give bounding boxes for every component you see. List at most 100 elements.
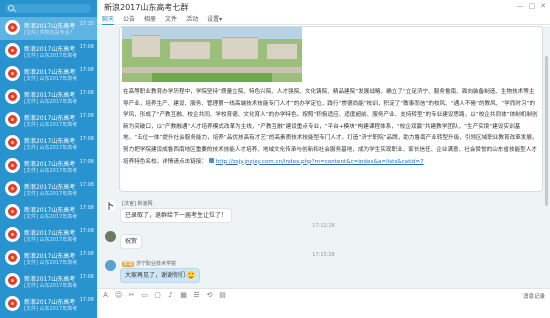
avatar [5, 89, 20, 104]
search-icon [8, 5, 14, 11]
sender-meta: 管理 济宁职业技术学院 [122, 260, 176, 267]
conversation-preview: [文件] 山东2017年高考 [24, 214, 78, 220]
sender-name: [法官] 新浪网 [122, 201, 153, 207]
conversation-time: 17:08 [79, 274, 94, 280]
screenshot-icon[interactable]: ✂ [128, 292, 135, 299]
conversation-time: 17:08 [79, 136, 94, 142]
tab-settings[interactable]: 设置▾ [207, 15, 222, 24]
conversation-preview: [文件] 山东2017年高考 [24, 53, 78, 59]
message-history-button[interactable]: 消息记录 [523, 292, 545, 300]
conversation-time: 17:08 [79, 297, 94, 303]
conversation-item[interactable]: 新浪2017山东高考十群17:08[文件] 山东2017年高考 [0, 155, 97, 178]
avatar[interactable] [105, 231, 116, 242]
avatar [5, 66, 20, 81]
conversation-time: 17:08 [79, 228, 94, 234]
tab-activity[interactable]: 活动 [186, 15, 198, 24]
font-icon[interactable]: A [102, 292, 109, 299]
tab-files[interactable]: 文件 [165, 15, 177, 24]
conversation-item[interactable]: 新浪2017山东高考十三群17:08[文件] 山东2017年高考 [0, 293, 97, 316]
chat-title: 新浪2017山东高考七群 [104, 3, 189, 12]
scrollbar[interactable] [545, 56, 548, 206]
article-body: 在高等职业教育办学历程中，学院坚持“质量立院、特色兴院、人才强院、文化铸院、精品… [123, 89, 538, 165]
conversation-preview: [文件] 学校还是专业? [24, 30, 73, 36]
message-text: 大家再见了，谢谢你们 [125, 272, 186, 279]
conversation-preview: [文件] 山东2017年高考 [24, 237, 78, 243]
conversation-time: 17:08 [79, 205, 94, 211]
shared-article-card: 在高等职业教育办学历程中，学院坚持“质量立院、特色兴院、人才强院、文化铸院、精品… [119, 26, 543, 192]
emoji-icon[interactable]: ☺ [115, 292, 122, 299]
avatar[interactable] [105, 260, 116, 271]
avatar[interactable] [105, 200, 116, 211]
list-icon[interactable]: ☰ [193, 292, 200, 299]
tab-album[interactable]: 相册 [144, 15, 156, 24]
admin-badge: 管理 [122, 261, 135, 267]
file-icon[interactable]: ▭ [141, 292, 148, 299]
conversation-preview: [文件] 山东2017年高考 [24, 168, 78, 174]
stick-figure-icon [108, 202, 114, 210]
conversation-item[interactable]: 新浪2017山东高考八群17:08[文件] 山东2017年高考 [0, 201, 97, 224]
avatar [5, 135, 20, 150]
chat-tabs: 聊天 公告 相册 文件 活动 设置▾ [102, 15, 231, 25]
more-icon[interactable]: ▤ [219, 292, 226, 299]
conversation-preview: [文件] 山东2017年高考 [24, 99, 78, 105]
message-bubble[interactable]: 大家再见了，谢谢你们 [120, 268, 201, 283]
avatar [5, 296, 20, 311]
conversation-time: 17:08 [79, 90, 94, 96]
avatar [5, 273, 20, 288]
conversation-item[interactable]: 新浪2017山东高考十一群17:08[文件] 山东2017年高考 [0, 247, 97, 270]
conversation-time: 17:08 [79, 113, 94, 119]
conversation-item[interactable]: 新浪2017山东高考六群17:08[文件] 山东2017年高考 [0, 224, 97, 247]
minimize-icon[interactable]: — [517, 2, 524, 10]
tab-notice[interactable]: 公告 [123, 15, 135, 24]
tab-chat[interactable]: 聊天 [102, 15, 115, 25]
article-link[interactable]: http://zsjy.jnzjxy.com.cn/index.php?m=co… [216, 159, 424, 165]
conversation-item[interactable]: 新浪2017山东高考一群17:08[文件] 山东2017年高考 [0, 132, 97, 155]
conversation-preview: [文件] 山东2017年高考 [24, 145, 78, 151]
conversation-time: 17:08 [79, 67, 94, 73]
toolbar-icons: A ☺ ✂ ▭ ▢ ♪ ▦ ☰ ⟲ ▤ [102, 292, 226, 299]
search-box[interactable] [5, 4, 91, 13]
conversation-preview: [文件] 山东2017年高考 [24, 306, 78, 312]
conversation-item[interactable]: 新浪2017山东高考二群17:08[文件] 山东2017年高考 [0, 40, 97, 63]
close-icon[interactable]: ✕ [540, 2, 546, 10]
conversation-preview: [文件] 山东2017年高考 [24, 76, 78, 82]
grid-icon[interactable]: ▦ [180, 292, 187, 299]
conversation-preview: [文件] 山东2017年高考 [24, 283, 78, 289]
avatar [5, 250, 20, 265]
shake-icon[interactable]: ⟲ [206, 292, 213, 299]
conversation-preview: [文件] 山东2017年高考 [24, 191, 78, 197]
conversation-time: 17:15 [79, 21, 94, 27]
smile-emoji-icon [187, 271, 196, 279]
conversation-item[interactable]: 新浪2017山东高考五群17:08[文件] 山东2017年高考 [0, 86, 97, 109]
conversation-item[interactable]: 新浪2017山东高考四群17:08[文件] 山东2017年高考 [0, 63, 97, 86]
conversation-item[interactable]: 新浪2017山东高考十二群17:08[文件] 山东2017年高考 [0, 270, 97, 293]
avatar [5, 204, 20, 219]
message-bubble[interactable]: 已录取了，退群给下一届考生让位了！ [120, 208, 233, 223]
article-text: 在高等职业教育办学历程中，学院坚持“质量立院、特色兴院、人才强院、文化铸院、精品… [123, 87, 539, 168]
conversation-time: 17:08 [79, 44, 94, 50]
message-area[interactable]: 在高等职业教育办学历程中，学院坚持“质量立院、特色兴院、人才强院、文化铸院、精品… [97, 26, 550, 288]
conversation-item[interactable]: 新浪2017山东高考九群17:08[文件] 山东2017年高考 [0, 178, 97, 201]
image-icon[interactable]: ▢ [154, 292, 161, 299]
conversation-time: 17:08 [79, 182, 94, 188]
input-toolbar: A ☺ ✂ ▭ ▢ ♪ ▦ ☰ ⟲ ▤ 消息记录 [97, 288, 550, 318]
maximize-icon[interactable]: □ [529, 2, 536, 10]
avatar [5, 20, 20, 35]
conversation-item[interactable]: 新浪2017山东高考七群17:15[文件] 学校还是专业? [0, 17, 97, 40]
message-timestamp: 17:15:28 [312, 252, 335, 258]
link-icon [208, 157, 214, 163]
message-timestamp: 17:12:28 [312, 223, 335, 229]
conversation-preview: [文件] 山东2017年高考 [24, 122, 78, 128]
music-icon[interactable]: ♪ [167, 292, 174, 299]
conversation-time: 17:08 [79, 251, 94, 257]
conversation-preview: [文件] 山东2017年高考 [24, 260, 78, 266]
avatar [5, 158, 20, 173]
conversation-item[interactable]: 新浪2017山东高考三群17:08[文件] 山东2017年高考 [0, 109, 97, 132]
chat-header: 新浪2017山东高考七群 — □ ✕ 聊天 公告 相册 文件 活动 设置▾ [97, 0, 550, 25]
window-controls: — □ ✕ [517, 2, 547, 10]
sender-name: 济宁职业技术学院 [136, 261, 177, 267]
avatar [5, 112, 20, 127]
conversation-sidebar: 新浪2017山东高考七群17:15[文件] 学校还是专业?新浪2017山东高考二… [0, 0, 97, 318]
avatar [5, 227, 20, 242]
message-bubble[interactable]: 祝贺 [120, 234, 143, 249]
